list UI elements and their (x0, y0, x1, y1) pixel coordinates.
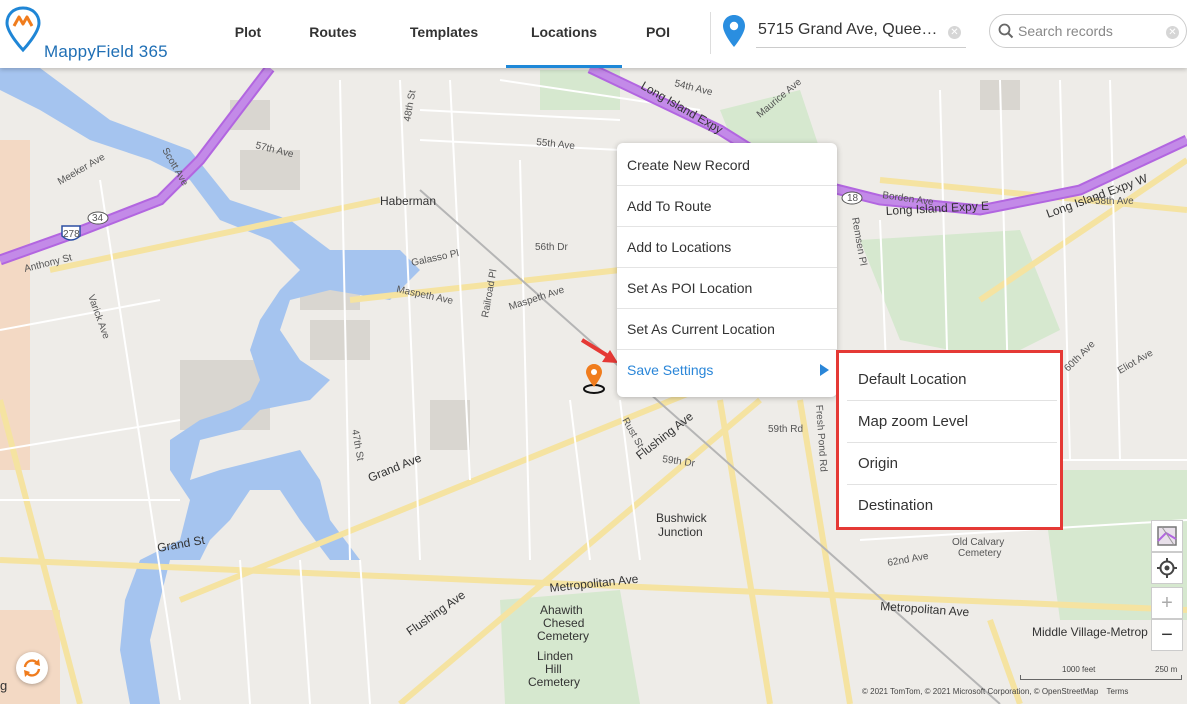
refresh-icon (23, 659, 41, 677)
app-name: MappyField 365 (44, 42, 168, 61)
zoom-in-label: + (1161, 592, 1173, 614)
save-settings-label: Save Settings (627, 362, 714, 378)
menu-add-to-locations[interactable]: Add to Locations (617, 227, 837, 268)
submenu-map-zoom-level[interactable]: Map zoom Level (847, 401, 1057, 443)
menu-add-to-route[interactable]: Add To Route (617, 186, 837, 227)
nav-templates[interactable]: Templates (398, 0, 490, 68)
label-cemetery-3: Cemetery (528, 675, 580, 689)
locate-me-button[interactable] (1151, 552, 1183, 584)
label-cemetery-2: Cemetery (537, 629, 589, 643)
address-field[interactable]: 5715 Grand Ave, Queens, NY ✕ (756, 16, 966, 48)
label-hill: Hill (545, 662, 562, 676)
label-58th-ave: 58th Ave (1095, 196, 1134, 207)
scale-bar (1020, 675, 1182, 680)
nav-plot[interactable]: Plot (222, 0, 274, 68)
submenu-default-location[interactable]: Default Location (847, 359, 1057, 401)
label-chesed: Chesed (543, 616, 584, 630)
menu-set-poi-location[interactable]: Set As POI Location (617, 268, 837, 309)
svg-text:18: 18 (847, 193, 859, 204)
context-menu: Create New Record Add To Route Add to Lo… (617, 143, 837, 397)
logo-pin-icon (5, 6, 41, 53)
map-corner-text: g (0, 678, 8, 693)
pointer-arrow-icon (580, 338, 618, 363)
label-ahawith: Ahawith (540, 603, 583, 617)
label-56th-dr: 56th Dr (535, 242, 568, 253)
highway-shield-18: 18 (841, 191, 863, 205)
app-logo[interactable]: MappyField 365 (4, 4, 194, 62)
nav-routes[interactable]: Routes (300, 0, 366, 68)
label-cemetery-1: Cemetery (958, 548, 1001, 559)
scale-feet: 1000 feet (1062, 665, 1096, 674)
search-icon (998, 23, 1014, 39)
crosshair-icon (1157, 558, 1177, 578)
highway-shield-278: 278 (61, 225, 81, 241)
label-59th-rd: 59th Rd (768, 424, 803, 435)
label-linden: Linden (537, 649, 573, 663)
save-settings-submenu: Default Location Map zoom Level Origin D… (836, 350, 1063, 530)
nav-locations[interactable]: Locations (506, 0, 622, 68)
terms-link[interactable]: Terms (1107, 687, 1129, 696)
menu-save-settings[interactable]: Save Settings (617, 350, 837, 391)
map-layers-icon (1157, 526, 1177, 546)
clear-search-icon[interactable]: ✕ (1166, 26, 1179, 39)
location-pin-icon (723, 15, 745, 47)
header-divider (710, 12, 711, 54)
zoom-out-button[interactable]: − (1151, 619, 1183, 651)
svg-text:278: 278 (63, 229, 80, 240)
app-header: MappyField 365 Plot Routes Templates Loc… (0, 0, 1187, 68)
map-attribution: © 2021 TomTom, © 2021 Microsoft Corporat… (862, 687, 1128, 696)
nav-poi[interactable]: POI (636, 0, 680, 68)
attribution-text: © 2021 TomTom, © 2021 Microsoft Corporat… (862, 687, 1099, 696)
search-box[interactable]: ✕ (989, 14, 1187, 48)
scale-meters: 250 m (1155, 665, 1178, 674)
submenu-origin[interactable]: Origin (847, 443, 1057, 485)
highway-shield-34: 34 (87, 211, 109, 225)
map-style-button[interactable] (1151, 520, 1183, 552)
svg-text:34: 34 (92, 213, 104, 224)
label-old-calvary: Old Calvary (952, 537, 1004, 548)
label-middle-village: Middle Village-Metrop (1032, 625, 1148, 639)
address-value[interactable]: 5715 Grand Ave, Queens, NY (758, 21, 944, 39)
label-bushwick: Bushwick (656, 511, 708, 525)
label-haberman: Haberman (380, 194, 436, 208)
zoom-out-label: − (1161, 624, 1173, 646)
refresh-button[interactable] (16, 652, 48, 684)
clear-address-icon[interactable]: ✕ (948, 26, 961, 39)
menu-create-new-record[interactable]: Create New Record (617, 145, 837, 186)
submenu-arrow-icon (820, 364, 829, 376)
zoom-in-button[interactable]: + (1151, 587, 1183, 619)
label-junction: Junction (658, 525, 703, 539)
search-input[interactable] (1018, 21, 1158, 41)
submenu-destination[interactable]: Destination (847, 485, 1057, 527)
menu-set-current-location[interactable]: Set As Current Location (617, 309, 837, 350)
